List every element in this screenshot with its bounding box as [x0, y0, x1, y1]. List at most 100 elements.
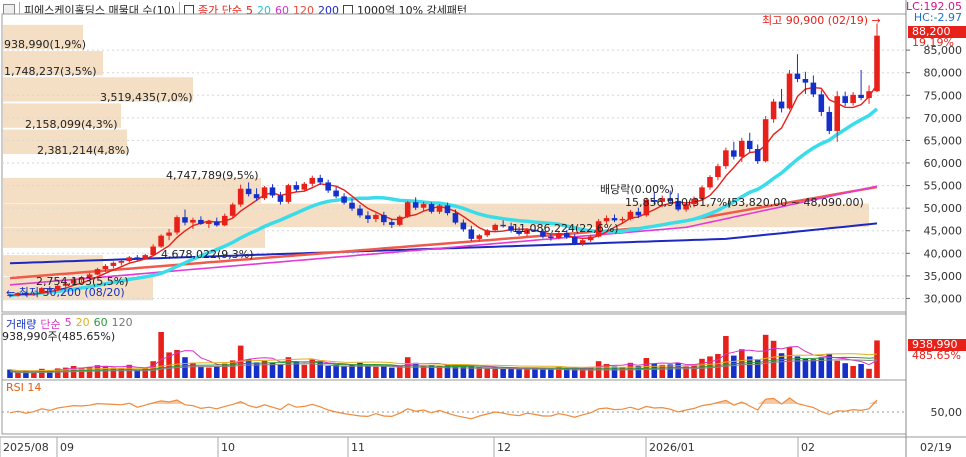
volume-bar — [301, 364, 308, 378]
volume-bar — [858, 364, 864, 378]
candle-body — [277, 195, 284, 202]
candle-body — [834, 96, 841, 131]
stock-chart: 피에스케이홀딩스 매물대 수(10) 종가 단순 5 20 60 120 200… — [0, 0, 966, 457]
volume-bar — [198, 366, 204, 378]
volume-profile-label: 2,381,214(4,8%) — [37, 144, 130, 157]
candle-body — [301, 183, 308, 190]
candle-body — [357, 208, 363, 216]
candle-body — [134, 257, 141, 259]
candle-body — [452, 213, 459, 223]
volume-profile-label: 11,086,224(22,6%) — [512, 222, 619, 235]
rsi-tick-label: 50,00 — [931, 406, 963, 419]
candle-body — [492, 224, 498, 231]
candle-body — [174, 217, 180, 233]
candle-body — [500, 224, 506, 227]
candle-body — [770, 101, 777, 120]
x-tick-label: 10 — [221, 441, 235, 454]
candle-body — [404, 202, 411, 217]
candle-body — [723, 150, 729, 167]
candle-body — [412, 202, 419, 208]
high-annotation: 최고 90,900 (02/19) → — [762, 14, 881, 27]
candle-body — [349, 202, 355, 209]
candle-body — [102, 265, 109, 270]
volume-bar — [229, 360, 236, 378]
candle-body — [746, 140, 753, 150]
volume-bar — [325, 366, 331, 378]
volume-bar — [627, 362, 634, 378]
candle-body — [444, 205, 451, 214]
candle-body — [198, 219, 204, 224]
volume-bar — [723, 336, 729, 378]
volume-current: 938,990주(485.65%) — [2, 330, 116, 343]
candle-body — [245, 188, 252, 195]
candle-body — [158, 235, 164, 247]
volume-profile-label: 4,678,022(9,3%) — [161, 248, 254, 261]
volume-bar — [611, 366, 618, 378]
candle-body — [221, 215, 228, 226]
candle-body — [762, 119, 769, 162]
x-tick-label: 12 — [497, 441, 511, 454]
volume-bar — [381, 366, 387, 378]
volume-bar — [436, 366, 443, 378]
volume-bar — [834, 360, 841, 378]
candle-body — [476, 235, 483, 239]
candle-body — [858, 94, 864, 98]
volume-bar — [245, 359, 252, 378]
volume-bar — [762, 334, 769, 378]
price-tick-label: 50,000 — [924, 202, 963, 215]
candle-body — [850, 94, 856, 103]
x-tick-label: 2026/01 — [649, 441, 695, 454]
price-tick-label: 65,000 — [924, 134, 963, 147]
candle-body — [826, 111, 833, 131]
dividend-annotation: 배당락(0.00%) — [600, 183, 674, 196]
volume-profile-label: 2,158,099(4,3%) — [25, 118, 118, 131]
candle-body — [778, 101, 785, 109]
volume-profile-label: 15,856,910(31,7%) — [625, 196, 732, 209]
price-tick-label: 45,000 — [924, 225, 963, 238]
candle-body — [436, 205, 443, 212]
volume-bar — [508, 368, 514, 378]
volume-bar — [786, 347, 793, 378]
volume-bar — [492, 367, 498, 378]
candle-body — [333, 190, 339, 197]
candle-body — [627, 211, 634, 219]
candle-body — [253, 194, 260, 199]
candle-body — [738, 140, 745, 157]
candle-body — [786, 73, 793, 109]
rsi-title: RSI 14 — [6, 381, 42, 394]
volume-bar — [460, 365, 467, 378]
volume-bar — [500, 368, 506, 378]
x-tick-label: 02/19 — [920, 441, 952, 454]
candle-body — [142, 255, 149, 259]
x-tick-label: 02 — [801, 441, 815, 454]
volume-profile-label: 3,519,435(7,0%) — [100, 91, 193, 104]
range-annotation: (53,820.00 ~ 48,090.00) — [727, 196, 864, 209]
candle-body — [420, 204, 427, 208]
candle-body — [754, 149, 761, 162]
price-tick-label: 35,000 — [924, 270, 963, 283]
candle-body — [579, 240, 586, 244]
volume-bar — [635, 366, 642, 378]
candle-body — [229, 204, 236, 216]
volume-bar — [842, 363, 848, 378]
candle-body — [874, 35, 880, 92]
volume-bar — [683, 366, 689, 378]
candle-body — [802, 79, 809, 83]
price-tick-label: 55,000 — [924, 180, 963, 193]
candle-body — [611, 218, 618, 221]
volume-bar — [102, 366, 109, 378]
volume-bar — [110, 367, 117, 378]
price-tick-label: 40,000 — [924, 247, 963, 260]
candle-body — [309, 177, 316, 184]
candle-body — [460, 222, 467, 230]
price-chart-svg: 30,000 35,000 40,000 45,000 50,000 55,000 60,0… — [0, 0, 966, 457]
candle-body — [731, 150, 737, 157]
candle-body — [587, 236, 594, 241]
candle-body — [571, 237, 578, 244]
volume-bar — [484, 368, 491, 378]
candle-body — [269, 187, 276, 196]
change-label: 19.19% — [912, 36, 954, 49]
volume-bar — [866, 368, 872, 378]
volume-bar — [516, 369, 522, 378]
last-volume-ratio-label: 485.65% — [912, 349, 961, 362]
